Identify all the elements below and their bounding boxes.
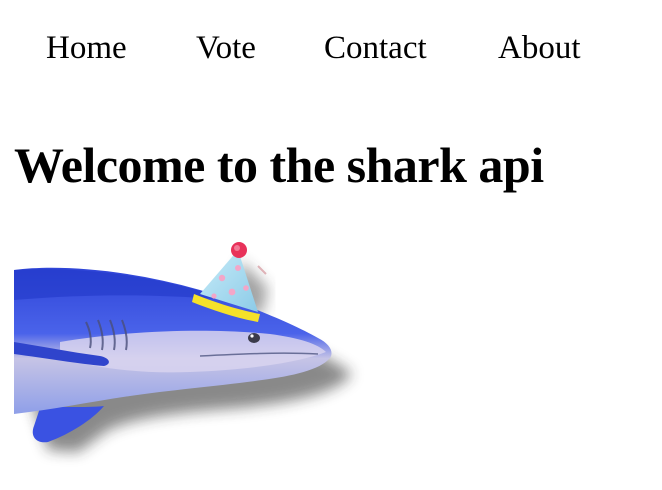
page-title: Welcome to the shark api [14,137,544,193]
nav-link-contact[interactable]: Contact [324,26,427,70]
shark-party-hat-image [0,230,380,470]
shark-eye [248,333,260,343]
nav-link-about[interactable]: About [498,26,581,70]
main-nav: Home Vote Contact About [0,26,662,72]
nav-link-vote[interactable]: Vote [196,26,256,70]
nav-link-home[interactable]: Home [46,26,127,70]
